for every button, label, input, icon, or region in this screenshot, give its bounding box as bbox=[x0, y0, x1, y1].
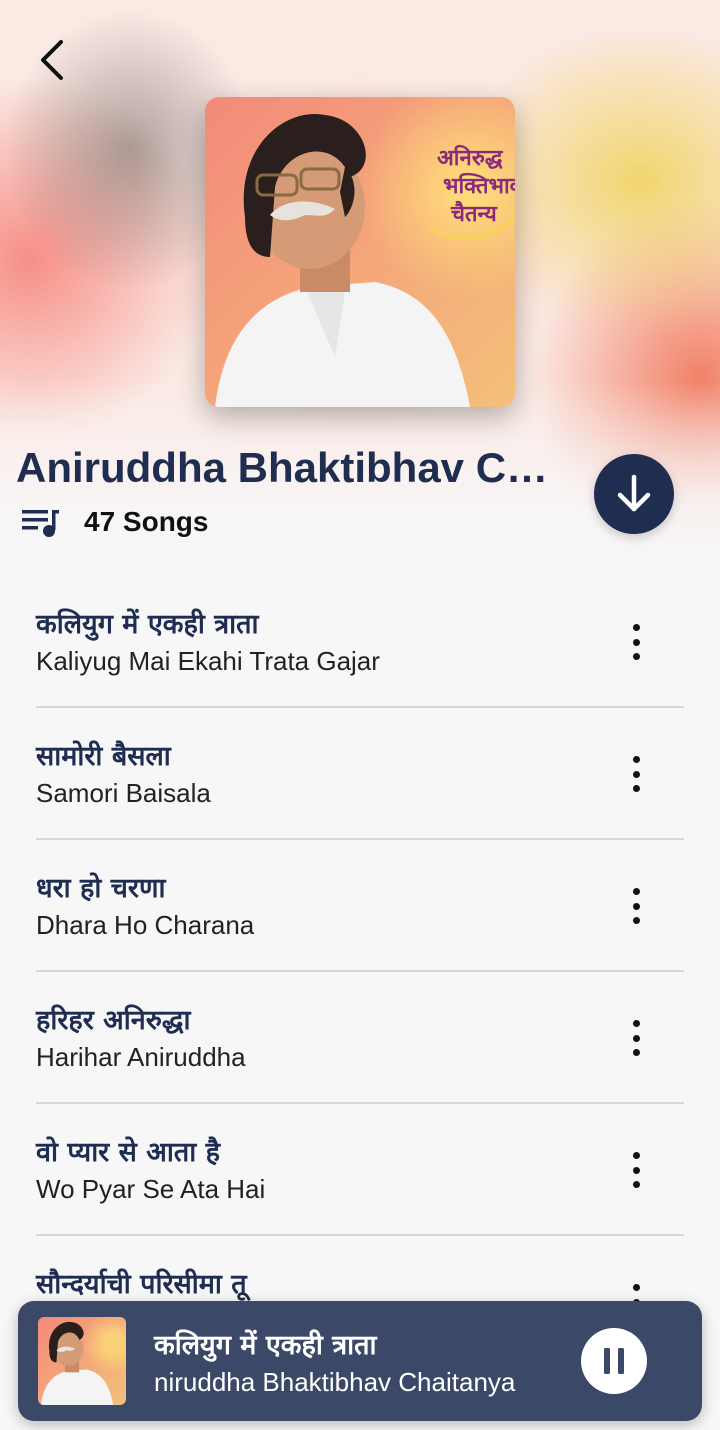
back-button[interactable] bbox=[28, 36, 76, 84]
queue-music-icon bbox=[22, 510, 59, 537]
song-item[interactable]: सामोरी बैसला Samori Baisala bbox=[0, 708, 720, 840]
svg-text:अनिरुद्ध: अनिरुद्ध bbox=[437, 144, 504, 171]
mini-player[interactable]: कलियुग में एकही त्राता niruddha Bhaktibh… bbox=[18, 1301, 702, 1421]
mini-player-artwork bbox=[38, 1317, 126, 1405]
song-item[interactable]: कलियुग में एकही त्राता Kaliyug Mai Ekahi… bbox=[0, 576, 720, 708]
album-title: Aniruddha Bhaktibhav Ch… bbox=[16, 444, 556, 491]
more-options-button[interactable] bbox=[616, 1016, 656, 1060]
download-button[interactable] bbox=[594, 454, 674, 534]
song-subtitle: Wo Pyar Se Ata Hai bbox=[36, 1174, 266, 1204]
song-title: वो प्यार से आता है bbox=[36, 1137, 220, 1168]
song-item[interactable]: वो प्यार से आता है Wo Pyar Se Ata Hai bbox=[0, 1104, 720, 1236]
album-cover: अनिरुद्ध भक्तिभाव चैतन्य bbox=[205, 97, 515, 407]
more-options-button[interactable] bbox=[616, 752, 656, 796]
song-subtitle: Dhara Ho Charana bbox=[36, 910, 255, 940]
chevron-left-icon bbox=[41, 40, 63, 80]
mini-player-subtitle: niruddha Bhaktibhav Chaitanya bbox=[154, 1367, 516, 1397]
pause-button[interactable] bbox=[581, 1328, 647, 1394]
song-list: कलियुग में एकही त्राता Kaliyug Mai Ekahi… bbox=[0, 576, 720, 1368]
song-title: सौन्दर्याची परिसीमा तू bbox=[36, 1269, 247, 1300]
more-options-button[interactable] bbox=[616, 884, 656, 928]
pause-icon bbox=[604, 1348, 624, 1374]
song-subtitle: Harihar Aniruddha bbox=[36, 1042, 246, 1072]
song-item[interactable]: हरिहर अनिरुद्धा Harihar Aniruddha bbox=[0, 972, 720, 1104]
more-options-button[interactable] bbox=[616, 620, 656, 664]
song-subtitle: Samori Baisala bbox=[36, 778, 211, 808]
more-options-button[interactable] bbox=[616, 1148, 656, 1192]
song-count: 47 Songs bbox=[84, 506, 209, 537]
song-title: हरिहर अनिरुद्धा bbox=[36, 1005, 191, 1036]
song-subtitle: Kaliyug Mai Ekahi Trata Gajar bbox=[36, 646, 380, 676]
mini-player-title: कलियुग में एकही त्राता bbox=[154, 1330, 377, 1361]
svg-text:चैतन्य: चैतन्य bbox=[450, 200, 498, 227]
song-title: कलियुग में एकही त्राता bbox=[36, 609, 259, 640]
arrow-down-icon bbox=[617, 474, 651, 512]
song-title: सामोरी बैसला bbox=[36, 741, 171, 772]
svg-text:भक्तिभाव: भक्तिभाव bbox=[443, 172, 515, 199]
song-title: धरा हो चरणा bbox=[36, 873, 166, 904]
song-item[interactable]: धरा हो चरणा Dhara Ho Charana bbox=[0, 840, 720, 972]
song-count-row: 47 Songs bbox=[22, 502, 208, 542]
